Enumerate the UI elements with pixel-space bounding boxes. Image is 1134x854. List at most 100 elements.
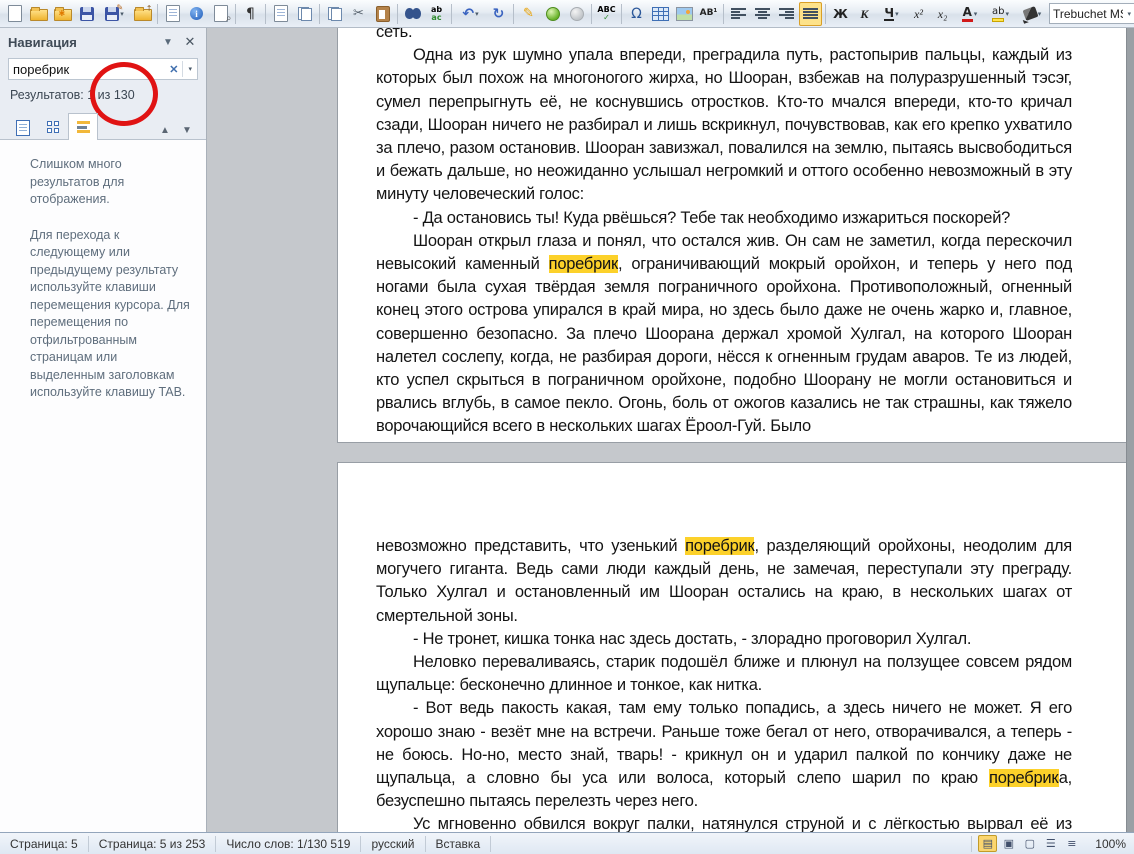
open-button[interactable] <box>27 2 50 26</box>
navigation-help-text: Слишком много результатов для отображени… <box>30 157 125 206</box>
insert-table-button[interactable] <box>649 2 672 26</box>
two-page-view-button[interactable] <box>293 2 316 26</box>
navigation-header: Навигация ▼ ✕ <box>0 28 206 56</box>
text-run: сеть. <box>376 28 413 41</box>
bold-button[interactable]: Ж <box>829 2 852 26</box>
new-document-button[interactable] <box>3 2 26 26</box>
status-word-count[interactable]: Число слов: 1/130 519 <box>216 835 362 852</box>
align-left-icon <box>731 7 746 20</box>
align-center-button[interactable] <box>751 2 774 26</box>
folder-star-icon: ✱ <box>53 7 72 21</box>
insert-symbol-button[interactable]: Ω <box>625 2 648 26</box>
open-recent-button[interactable]: ✱ <box>51 2 74 26</box>
document-page-2[interactable]: невозможно представить, что узенький пор… <box>337 462 1127 832</box>
paragraph: сеть. <box>376 28 1072 44</box>
status-page-of-total[interactable]: Страница: 5 из 253 <box>89 835 217 852</box>
align-right-button[interactable] <box>775 2 798 26</box>
formatting-marks-button[interactable]: ¶ <box>239 2 262 26</box>
copy-icon <box>327 6 342 21</box>
arrow-up-icon: ▲ <box>160 124 170 136</box>
document-info-button[interactable]: i <box>185 2 208 26</box>
document-properties-button[interactable] <box>161 2 184 26</box>
toolbar-separator <box>397 3 398 24</box>
print-layout-view-button[interactable]: ▤ <box>978 835 998 852</box>
draft-view-icon: ≡ <box>1067 837 1077 850</box>
cut-button[interactable]: ✂ <box>347 2 370 26</box>
document-page-1[interactable]: сеть. Одна из рук шумно упала впереди, пр… <box>337 28 1127 443</box>
italic-button[interactable]: К <box>853 2 876 26</box>
paragraph: Неловко переваливаясь, старик подошёл бл… <box>376 651 1072 697</box>
save-as-button[interactable]: ✎ ▾ <box>99 2 130 26</box>
one-page-view-button[interactable] <box>269 2 292 26</box>
spell-check-icon: ABC ✓ <box>597 4 616 22</box>
text-run: Ус мгновенно обвился вокруг палки, натян… <box>413 815 1072 832</box>
highlight-pen-button[interactable]: ✎ <box>517 2 540 26</box>
align-center-icon <box>755 7 770 20</box>
navigation-help-text: Для перехода к следующему или предыдущем… <box>30 227 190 400</box>
chevron-down-icon: ▾ <box>188 66 192 73</box>
document-area[interactable]: сеть. Одна из рук шумно упала впереди, пр… <box>207 28 1134 832</box>
tab-browse-headings[interactable] <box>8 115 38 139</box>
find-button[interactable] <box>401 2 424 26</box>
superscript-button[interactable]: x² <box>907 2 930 26</box>
page-1-content: сеть. Одна из рук шумно упала впереди, пр… <box>338 28 1126 435</box>
search-clear-button[interactable]: ✕ <box>165 63 182 76</box>
chevron-down-icon: ▾ <box>1127 10 1131 18</box>
draft-view-button[interactable]: ≡ <box>1062 835 1081 852</box>
status-language[interactable]: русский <box>361 835 426 852</box>
align-left-button[interactable] <box>727 2 750 26</box>
tab-browse-pages[interactable] <box>38 115 68 139</box>
text-run: , ограничивающий мокрый оройхон, и тепер… <box>376 255 1072 435</box>
status-insert-mode[interactable]: Вставка <box>426 835 492 852</box>
undo-button[interactable]: ↶ ▾ <box>455 2 486 26</box>
insert-footnote-button[interactable]: AB¹ <box>697 2 720 26</box>
web-layout-view-button[interactable]: ▢ <box>1020 835 1039 852</box>
status-page-number[interactable]: Страница: 5 <box>0 835 89 852</box>
underline-icon: Ч <box>884 5 895 21</box>
toolbar-separator <box>157 3 158 24</box>
justify-button[interactable] <box>799 1 822 26</box>
chevron-down-icon: ▾ <box>895 9 899 18</box>
previous-result-button[interactable]: ▲ <box>154 121 176 139</box>
text-run: невозможно представить, что узенький <box>376 537 686 555</box>
italic-icon: К <box>860 6 869 21</box>
pane-close-button[interactable]: ✕ <box>182 34 198 50</box>
chevron-down-icon: ▾ <box>973 9 978 18</box>
status-bar: Страница: 5 Страница: 5 из 253 Число сло… <box>0 832 1134 854</box>
print-layout-icon: ▤ <box>982 837 993 850</box>
text-highlight-button[interactable]: ab ▾ <box>985 2 1016 26</box>
text-highlight-icon: ab <box>992 6 1004 22</box>
next-result-button[interactable]: ▼ <box>176 121 198 139</box>
tab-browse-results[interactable] <box>68 113 98 140</box>
print-preview-button[interactable]: ⌕ <box>209 2 232 26</box>
redo-button[interactable]: ↻ <box>487 2 510 26</box>
subscript-button[interactable]: x₂ <box>931 2 954 26</box>
arrow-down-icon: ▼ <box>182 124 192 136</box>
outline-view-button[interactable]: ☰ <box>1041 835 1060 852</box>
font-color-button[interactable]: A ▾ <box>955 2 984 26</box>
paragraph: - Вот ведь пакость какая, там ему только… <box>376 697 1072 813</box>
replace-button[interactable]: ab ac <box>425 2 448 26</box>
green-status-button[interactable] <box>541 2 564 26</box>
gray-status-button[interactable] <box>565 2 588 26</box>
toolbar-separator <box>723 3 724 24</box>
underline-button[interactable]: Ч ▾ <box>877 2 906 26</box>
zoom-level-label[interactable]: 100% <box>1089 837 1134 851</box>
reading-view-button[interactable]: ▣ <box>999 835 1018 852</box>
two-pages-icon <box>297 6 312 21</box>
pane-menu-button[interactable]: ▼ <box>160 37 176 48</box>
font-name-select[interactable]: Trebuchet MS ▾ <box>1049 3 1134 24</box>
new-folder-button[interactable]: ↑ <box>131 2 154 26</box>
properties-icon <box>165 5 180 22</box>
shading-button[interactable]: ▾ <box>1017 2 1048 26</box>
align-right-icon <box>779 7 794 20</box>
chevron-down-icon: ▾ <box>1037 9 1042 18</box>
vertical-scrollbar[interactable] <box>1126 28 1134 832</box>
save-button[interactable] <box>75 2 98 26</box>
insert-picture-button[interactable] <box>673 2 696 26</box>
search-options-button[interactable]: ▾ <box>183 65 197 73</box>
copy-button[interactable] <box>323 2 346 26</box>
paste-button[interactable] <box>371 2 394 26</box>
spell-check-button[interactable]: ABC ✓ <box>595 2 618 26</box>
search-hit-highlight: поребрик <box>685 537 755 555</box>
